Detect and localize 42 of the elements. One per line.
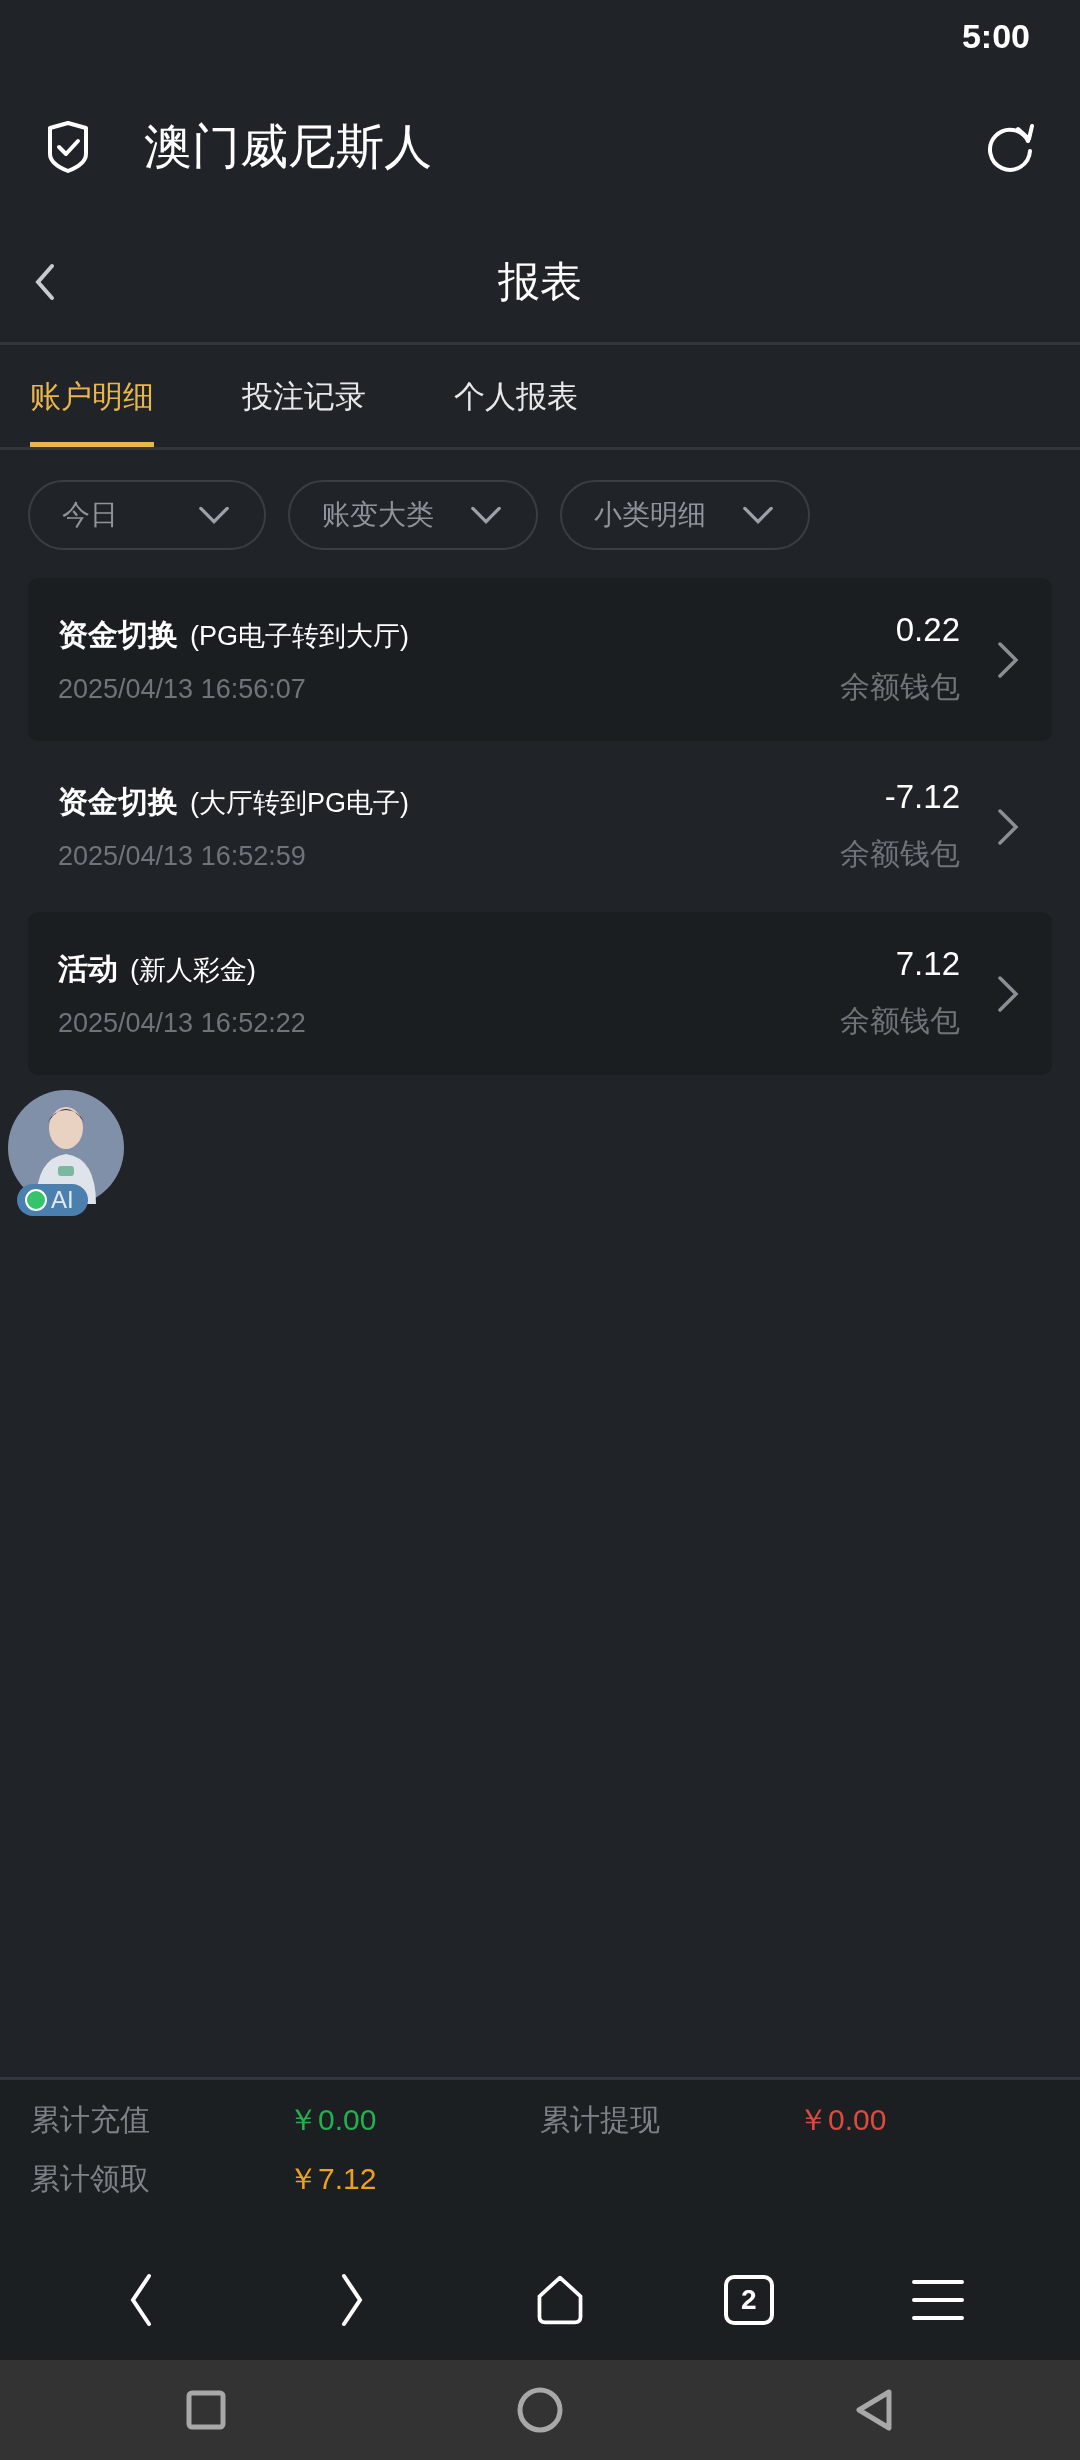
chevron-down-icon	[198, 505, 230, 525]
record-card[interactable]: 活动 (新人彩金) 2025/04/13 16:52:22 7.12 余额钱包	[28, 912, 1052, 1075]
summary-label: 累计提现	[540, 2102, 661, 2138]
filter-dropdown[interactable]: 小类明细	[560, 480, 810, 550]
record-card[interactable]: 资金切换 (PG电子转到大厅) 2025/04/13 16:56:07 0.22 余额钱包	[28, 578, 1052, 741]
tabs-button[interactable]: 2	[723, 2275, 774, 2325]
record-time: 2025/04/13 16:52:59	[58, 840, 307, 872]
record-detail: (大厅转到PG电子)	[190, 786, 409, 820]
tab[interactable]: 个人报表	[454, 345, 578, 447]
filter-dropdown[interactable]: 账变大类	[288, 480, 538, 550]
wallet-label: 余额钱包	[840, 836, 960, 872]
status-time: 5:00	[961, 16, 1030, 56]
chevron-down-icon	[742, 505, 774, 525]
recents-icon[interactable]	[185, 2390, 226, 2430]
filter-dropdown[interactable]: 今日	[28, 480, 266, 550]
app-title: 澳门威尼斯人	[144, 119, 433, 175]
record-detail: (新人彩金)	[130, 953, 256, 987]
summary-amount: ￥0.00	[288, 2102, 377, 2138]
summary-amount: ￥7.12	[288, 2161, 377, 2197]
wallet-label: 余额钱包	[840, 669, 960, 705]
summary-label: 累计充值	[30, 2102, 151, 2138]
back-icon[interactable]	[854, 2388, 895, 2432]
record-type: 资金切换	[58, 783, 178, 820]
menu-icon	[911, 2278, 964, 2322]
record-amount: 7.12	[895, 945, 960, 983]
wallet-label: 余额钱包	[840, 1003, 960, 1039]
page-title: 报表	[498, 257, 582, 307]
chevron-down-icon	[470, 505, 502, 525]
record-card[interactable]: 资金切换 (大厅转到PG电子) 2025/04/13 16:52:59 -7.12 余额钱包	[28, 745, 1052, 908]
record-amount: -7.12	[884, 778, 960, 816]
record-type: 资金切换	[58, 616, 178, 653]
tab[interactable]: 投注记录	[242, 345, 366, 447]
ai-badge: AI	[17, 1184, 88, 1216]
record-type: 活动	[58, 950, 118, 987]
summary-label: 累计领取	[30, 2161, 151, 2197]
tab[interactable]: 账户明细	[30, 345, 154, 447]
record-detail: (PG电子转到大厅)	[190, 619, 409, 653]
record-time: 2025/04/13 16:56:07	[58, 673, 307, 705]
summary-amount: ￥0.00	[798, 2102, 887, 2138]
record-amount: 0.22	[895, 611, 960, 649]
home-icon[interactable]	[517, 2387, 563, 2433]
record-time: 2025/04/13 16:52:22	[58, 1007, 307, 1039]
